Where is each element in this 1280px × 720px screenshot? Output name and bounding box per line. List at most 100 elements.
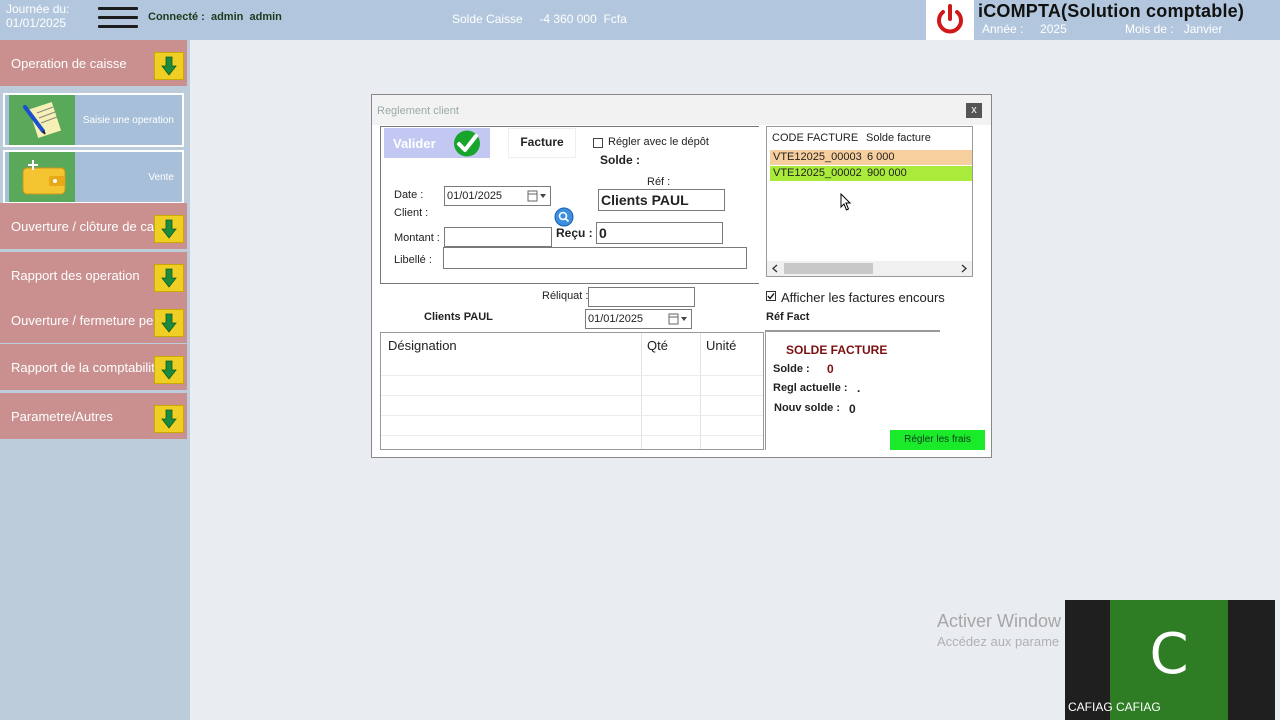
solde-caisse: Solde Caisse -4 360 000 Fcfa bbox=[452, 12, 627, 26]
table-row[interactable] bbox=[381, 415, 763, 416]
notepad-pen-icon bbox=[9, 95, 75, 145]
date-picker-2[interactable]: 01/01/2025 bbox=[585, 309, 692, 329]
sidebar-item-parametre-autres[interactable]: Parametre/Autres bbox=[0, 393, 187, 439]
invoice-header-solde: Solde facture bbox=[866, 132, 931, 144]
invoice-code: VTE12025_00002 bbox=[773, 167, 862, 179]
invoice-code: VTE12025_00003 bbox=[773, 151, 862, 163]
reliquat-field[interactable] bbox=[588, 287, 695, 307]
power-icon[interactable] bbox=[926, 0, 974, 40]
sidebar-item-ouverture-cloture-caisse[interactable]: Ouverture / clôture de caisse bbox=[0, 203, 187, 249]
solde-facture-solde-label: Solde : bbox=[773, 363, 810, 375]
sidebar-item-operation-caisse[interactable]: Operation de caisse bbox=[0, 40, 187, 86]
designation-header: Désignation bbox=[388, 338, 457, 353]
sidebar-item-label: Ouverture / clôture de caisse bbox=[11, 219, 178, 234]
regl-actuelle-value: . bbox=[857, 381, 861, 395]
scroll-right-icon[interactable] bbox=[959, 262, 969, 275]
table-row[interactable] bbox=[381, 395, 763, 396]
arrow-down-icon[interactable] bbox=[154, 309, 184, 337]
invoice-row[interactable]: VTE12025_00002 900 000 bbox=[770, 166, 972, 181]
ref-fact-label: Réf Fact bbox=[766, 311, 810, 323]
nouv-solde-value: 0 bbox=[849, 402, 856, 416]
connecte-label: Connecté : bbox=[148, 11, 205, 23]
arrow-down-icon[interactable] bbox=[154, 405, 184, 433]
solde-facture-solde-value: 0 bbox=[827, 362, 834, 376]
sidebar-item-rapport-comptabilite[interactable]: Rapport de la comptabilité bbox=[0, 344, 187, 390]
journee-info: Journée du: 01/01/2025 bbox=[6, 2, 69, 30]
regler-depot-checkbox[interactable] bbox=[593, 138, 603, 148]
invoice-header-code: CODE FACTURE bbox=[772, 132, 859, 144]
connected-user-info: Connecté : admin admin bbox=[148, 11, 282, 23]
solde-facture-title: SOLDE FACTURE bbox=[786, 343, 888, 357]
table-divider bbox=[700, 333, 701, 449]
sub-item-saisie-operation[interactable]: Saisie une operation bbox=[3, 93, 184, 147]
arrow-down-icon[interactable] bbox=[154, 264, 184, 292]
regler-depot-label: Régler avec le dépôt bbox=[608, 136, 709, 148]
sidebar-item-label: Rapport de la comptabilité bbox=[11, 360, 163, 375]
annee-value: 2025 bbox=[1040, 22, 1067, 36]
regler-frais-button[interactable]: Régler les frais bbox=[890, 430, 985, 450]
regl-actuelle-label: Regl actuelle : bbox=[773, 382, 848, 394]
valider-label: Valider bbox=[393, 136, 436, 151]
close-button[interactable]: x bbox=[966, 103, 982, 118]
solde-caisse-value: -4 360 000 bbox=[539, 12, 597, 26]
wallet-icon bbox=[9, 152, 75, 202]
scroll-left-icon[interactable] bbox=[770, 262, 780, 275]
solde-caisse-label: Solde Caisse bbox=[452, 12, 523, 26]
facture-button[interactable]: Facture bbox=[508, 128, 576, 158]
sidebar-item-ouverture-fermeture-periode[interactable]: Ouverture / fermeture periode bbox=[0, 297, 187, 343]
montant-field[interactable] bbox=[444, 227, 552, 247]
date-picker[interactable]: 01/01/2025 bbox=[444, 186, 551, 206]
client-label: Client : bbox=[394, 207, 429, 219]
calendar-dropdown-icon[interactable] bbox=[527, 190, 547, 202]
arrow-down-icon[interactable] bbox=[154, 52, 184, 80]
activation-watermark-sub: Accédez aux parame bbox=[937, 634, 1060, 649]
annee-label: Année : bbox=[982, 22, 1024, 36]
ref-label: Réf : bbox=[647, 176, 671, 188]
sub-item-label: Vente bbox=[148, 172, 174, 183]
arrow-down-icon[interactable] bbox=[154, 215, 184, 243]
activation-watermark: Activer Window bbox=[937, 611, 1062, 631]
date-value: 01/01/2025 bbox=[447, 190, 503, 202]
invoice-grid bbox=[766, 126, 973, 277]
sidebar-item-label: Parametre/Autres bbox=[11, 409, 113, 424]
afficher-factures-label: Afficher les factures encours bbox=[781, 290, 945, 305]
sidebar-item-rapport-operation[interactable]: Rapport des operation bbox=[0, 252, 187, 298]
table-row[interactable] bbox=[381, 375, 763, 376]
panel-divider bbox=[765, 330, 766, 450]
date2-value: 01/01/2025 bbox=[588, 313, 644, 325]
sidebar-item-label: Operation de caisse bbox=[11, 56, 127, 71]
journee-label: Journée du: bbox=[6, 2, 70, 16]
participant-name: CAFIAG CAFIAG bbox=[1068, 700, 1161, 714]
client-name: Clients PAUL bbox=[424, 311, 493, 323]
mouse-cursor-icon bbox=[840, 192, 852, 211]
participant-initial: C bbox=[1149, 622, 1189, 687]
arrow-down-icon[interactable] bbox=[154, 356, 184, 384]
libelle-field[interactable] bbox=[443, 247, 747, 269]
recu-field[interactable]: 0 bbox=[596, 222, 723, 244]
sub-item-label: Saisie une operation bbox=[82, 115, 174, 126]
ref-field[interactable]: Clients PAUL bbox=[598, 189, 725, 211]
table-row[interactable] bbox=[381, 435, 763, 436]
invoice-row[interactable]: VTE12025_00003 6 000 bbox=[770, 150, 972, 165]
user-name-2: admin bbox=[249, 11, 282, 23]
date-label: Date : bbox=[394, 189, 424, 201]
afficher-factures-checkbox[interactable] bbox=[766, 291, 776, 301]
solde-label: Solde : bbox=[600, 153, 641, 167]
scroll-thumb[interactable] bbox=[784, 263, 873, 274]
dialog-title: Reglement client bbox=[377, 105, 459, 117]
mois-value: Janvier bbox=[1183, 22, 1223, 36]
nouv-solde-label: Nouv solde : bbox=[774, 402, 841, 414]
search-icon[interactable] bbox=[553, 207, 575, 227]
hamburger-menu-icon[interactable] bbox=[98, 4, 138, 36]
sub-item-vente[interactable]: Vente bbox=[3, 150, 184, 204]
unite-header: Unité bbox=[706, 338, 737, 353]
invoice-solde: 900 000 bbox=[867, 167, 907, 179]
dialog-titlebar bbox=[372, 95, 991, 125]
table-divider bbox=[641, 333, 642, 449]
mois-label: Mois de : bbox=[1125, 22, 1174, 36]
recu-label: Reçu : bbox=[556, 226, 593, 240]
checkmark-icon[interactable] bbox=[449, 129, 486, 158]
calendar-dropdown-icon[interactable] bbox=[668, 313, 688, 325]
montant-label: Montant : bbox=[394, 232, 440, 244]
reliquat-label: Réliquat : bbox=[542, 290, 589, 302]
